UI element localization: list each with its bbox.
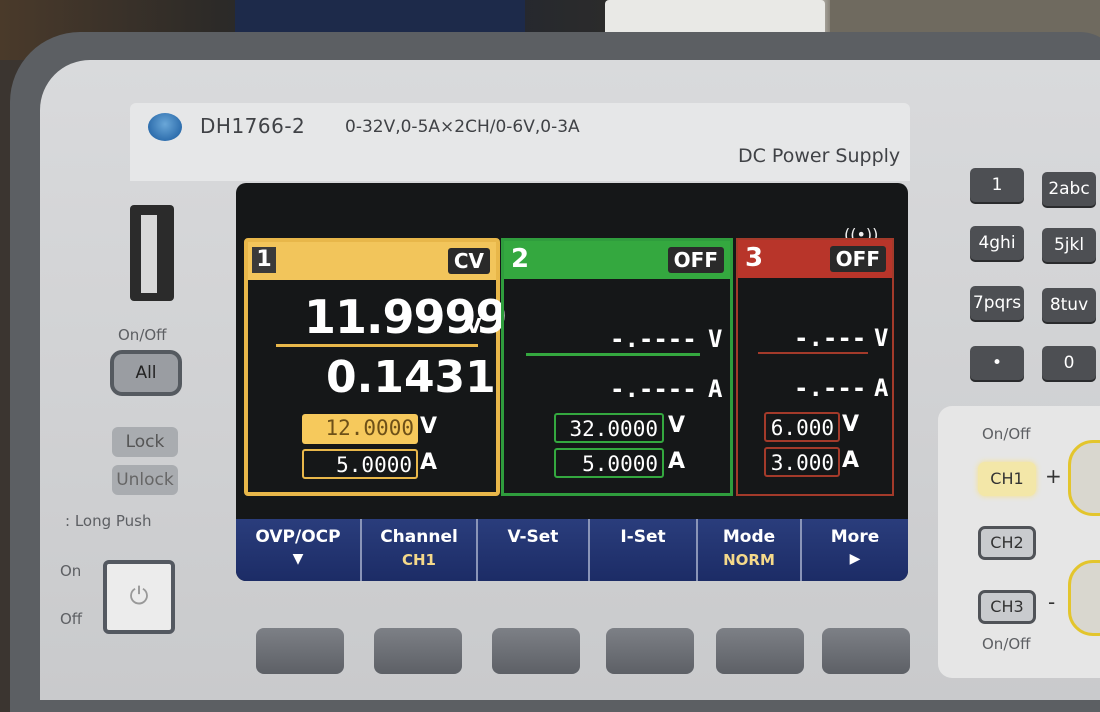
ch1-output-button[interactable]: CH1 xyxy=(978,462,1036,496)
all-button[interactable]: All xyxy=(110,350,182,396)
negative-terminal xyxy=(1068,560,1100,636)
softkey-label: More xyxy=(830,527,880,547)
triangle-down-icon: ▼ xyxy=(292,551,304,567)
softkey-label: V-Set xyxy=(507,527,559,547)
divider xyxy=(276,344,478,347)
channel-3-panel[interactable]: 3 OFF -.--- V -.--- A 6.000 V 3.000 A xyxy=(736,238,894,496)
channel-state-badge: CV xyxy=(447,248,490,274)
channel-number: 1 xyxy=(252,247,276,273)
softkey-label: Mode xyxy=(722,527,776,547)
measured-current: 0.1431 xyxy=(326,352,496,403)
positive-terminal xyxy=(1068,440,1100,516)
softkey-more[interactable]: More ▶ xyxy=(802,519,908,581)
keypad-8[interactable]: 8tuv xyxy=(1042,288,1096,322)
channel-onoff-label-bottom: On/Off xyxy=(982,635,1031,653)
hardware-softkey-4[interactable] xyxy=(606,628,694,674)
current-setpoint-unit: A xyxy=(420,450,438,475)
softkey-label: OVP/OCP xyxy=(255,527,341,547)
positive-terminal-label: + xyxy=(1045,464,1062,488)
measured-voltage: -.--- xyxy=(794,324,867,352)
current-setpoint[interactable]: 5.0000 xyxy=(554,448,664,478)
channel-state-badge: OFF xyxy=(829,246,886,272)
current-setpoint-unit: A xyxy=(842,448,860,473)
divider xyxy=(758,352,868,354)
spec-label: 0-32V,0-5A×2CH/0-6V,0-3A xyxy=(345,117,580,137)
power-button[interactable]: ⏻ xyxy=(103,560,175,634)
power-icon: ⏻ xyxy=(129,582,149,610)
negative-terminal-label: - xyxy=(1048,590,1056,614)
channel-number: 3 xyxy=(744,243,764,273)
channel-3-header: 3 OFF xyxy=(738,240,892,278)
softkey-value: NORM xyxy=(723,551,775,569)
all-onoff-label: On/Off xyxy=(118,326,167,344)
keypad-4[interactable]: 4ghi xyxy=(970,226,1024,260)
hardware-softkey-6[interactable] xyxy=(822,628,910,674)
voltage-setpoint[interactable]: 12.0000 xyxy=(302,414,418,444)
voltage-setpoint[interactable]: 6.000 xyxy=(764,412,840,442)
channel-onoff-label-top: On/Off xyxy=(982,425,1031,443)
hardware-softkey-3[interactable] xyxy=(492,628,580,674)
voltage-setpoint-unit: V xyxy=(842,412,860,437)
current-unit: A xyxy=(708,375,723,403)
channel-number: 2 xyxy=(510,244,530,274)
softkey-bar: OVP/OCP ▼ Channel CH1 V-Set I-Set Mode N… xyxy=(236,519,908,581)
model-name: DH1766-2 xyxy=(200,114,306,138)
product-type: DC Power Supply xyxy=(738,145,901,167)
voltage-setpoint-unit: V xyxy=(420,414,438,439)
ch3-output-button[interactable]: CH3 xyxy=(978,590,1036,624)
hardware-softkey-5[interactable] xyxy=(716,628,804,674)
softkey-channel[interactable]: Channel CH1 xyxy=(362,519,478,581)
power-off-label: Off xyxy=(60,610,83,628)
voltage-unit: V xyxy=(874,324,889,352)
usb-port-inner xyxy=(141,215,157,293)
display-screen: ((•)) 1 CV 11.9999 V 0.1431 12.0000 V 5.… xyxy=(236,183,908,581)
keypad-0[interactable]: 0 xyxy=(1042,346,1096,380)
measured-current: -.---- xyxy=(610,375,697,403)
channel-state-badge: OFF xyxy=(667,247,724,273)
keypad-2[interactable]: 2abc xyxy=(1042,172,1096,206)
keypad-5[interactable]: 5jkl xyxy=(1042,228,1096,262)
keypad-1[interactable]: 1 xyxy=(970,168,1024,202)
current-setpoint[interactable]: 3.000 xyxy=(764,447,840,477)
hardware-softkey-2[interactable] xyxy=(374,628,462,674)
brand-logo xyxy=(148,113,182,141)
softkey-value: CH1 xyxy=(402,551,436,569)
unlock-button[interactable]: Unlock xyxy=(112,465,178,495)
softkey-mode[interactable]: Mode NORM xyxy=(698,519,802,581)
softkey-label: Channel xyxy=(380,527,458,547)
triangle-right-icon: ▶ xyxy=(849,551,861,567)
channel-1-panel[interactable]: 1 CV 11.9999 V 0.1431 12.0000 V 5.0000 A xyxy=(244,238,508,496)
voltage-setpoint[interactable]: 32.0000 xyxy=(554,413,664,443)
voltage-unit: V xyxy=(708,325,723,353)
softkey-label: I-Set xyxy=(620,527,666,547)
softkey-v-set[interactable]: V-Set xyxy=(478,519,590,581)
current-setpoint-unit: A xyxy=(668,449,686,474)
keypad-dot[interactable]: • xyxy=(970,346,1024,380)
channel-2-header: 2 OFF xyxy=(504,241,730,279)
power-on-label: On xyxy=(60,562,82,580)
hardware-softkey-1[interactable] xyxy=(256,628,344,674)
lock-button[interactable]: Lock xyxy=(112,427,178,457)
keypad-7[interactable]: 7pqrs xyxy=(970,286,1024,320)
channel-1-header: 1 CV xyxy=(248,242,496,280)
current-setpoint[interactable]: 5.0000 xyxy=(302,449,418,479)
current-unit: A xyxy=(874,374,889,402)
softkey-ovp-ocp[interactable]: OVP/OCP ▼ xyxy=(236,519,362,581)
voltage-unit: V xyxy=(466,314,482,338)
softkey-i-set[interactable]: I-Set xyxy=(590,519,698,581)
measured-voltage: -.---- xyxy=(610,325,697,353)
ch2-output-button[interactable]: CH2 xyxy=(978,526,1036,560)
divider xyxy=(526,353,700,356)
long-push-label: : Long Push xyxy=(65,512,152,530)
voltage-setpoint-unit: V xyxy=(668,413,686,438)
measured-current: -.--- xyxy=(794,374,867,402)
channel-2-panel[interactable]: 2 OFF -.---- V -.---- A 32.0000 V 5.0000… xyxy=(501,238,733,496)
